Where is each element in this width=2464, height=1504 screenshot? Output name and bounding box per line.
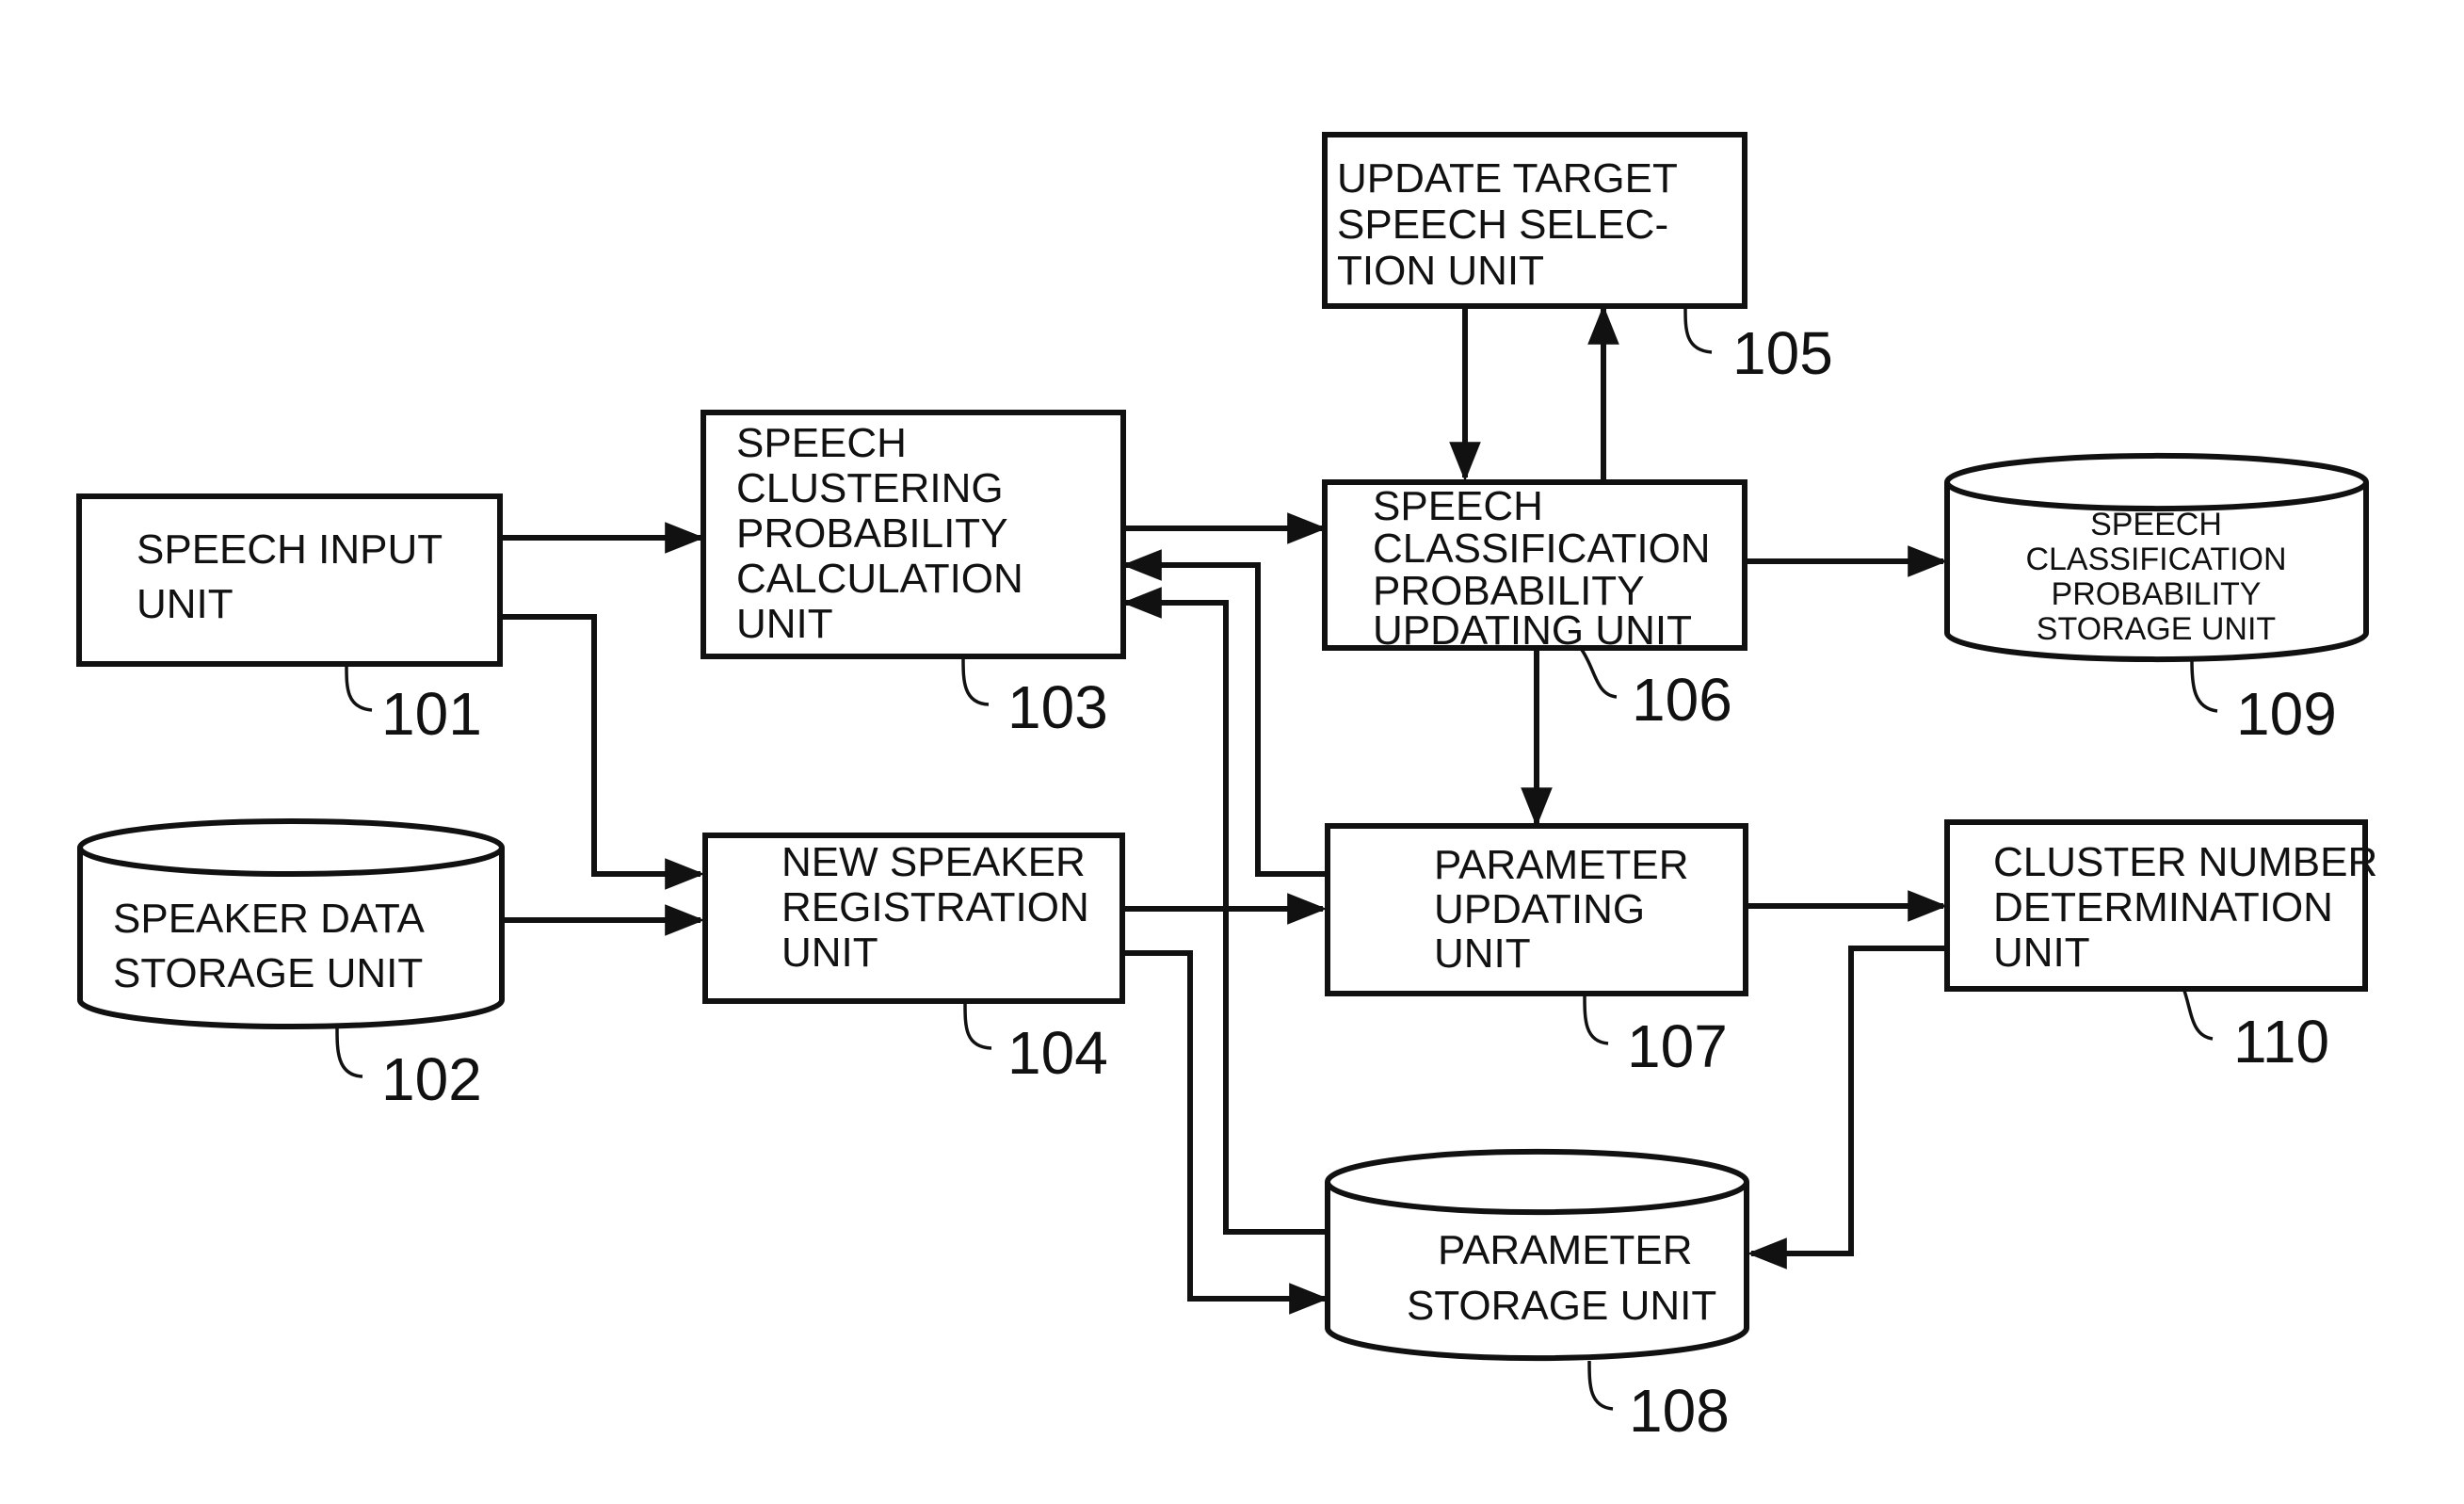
unit-110-label-line-1: CLUSTER NUMBER [1993, 839, 2377, 885]
unit-104-label-line-3: UNIT [781, 930, 878, 976]
unit-108-label-line-1: PARAMETER [1438, 1227, 1693, 1273]
leader-106 [1580, 649, 1618, 699]
unit-107-label-line-2: UPDATING [1434, 886, 1645, 932]
unit-104-label-line-2: REGISTRATION [781, 884, 1089, 930]
ref-106: 106 [1632, 666, 1732, 734]
arrow-110-to-108 [1747, 946, 1947, 1270]
unit-107-label-line-1: PARAMETER [1434, 842, 1689, 888]
unit-105-update-target-speech-selection: UPDATE TARGET SPEECH SELEC- TION UNIT 10… [1322, 132, 1833, 387]
leader-109 [2190, 660, 2218, 713]
unit-110-label-line-3: UNIT [1993, 930, 2090, 976]
ref-110: 110 [2233, 1008, 2329, 1075]
unit-105-label-line-2: SPEECH SELEC- [1337, 202, 1668, 248]
unit-109-speech-classification-probability-storage: SPEECH CLASSIFICATION PROBABILITY STORAG… [1944, 452, 2369, 748]
unit-107-parameter-updating: PARAMETER UPDATING UNIT 107 [1325, 823, 1748, 1080]
leader-102 [335, 1027, 363, 1078]
unit-102-label-line-2: STORAGE UNIT [113, 950, 423, 996]
unit-110-cluster-number-determination: CLUSTER NUMBER DETERMINATION UNIT 110 [1944, 819, 2377, 1075]
leader-110 [2182, 990, 2214, 1041]
unit-109-label-line-4: STORAGE UNIT [2037, 611, 2276, 647]
unit-108-parameter-storage: PARAMETER STORAGE UNIT 108 [1325, 1148, 1749, 1445]
block-diagram: SPEECH INPUT UNIT 101 SPEAKER DATA STORA… [76, 132, 2377, 1445]
unit-103-label-line-2: CLUSTERING [736, 465, 1004, 511]
unit-109-label-line-2: CLASSIFICATION [2025, 542, 2286, 577]
unit-109-label-line-1: SPEECH [2090, 507, 2222, 542]
unit-103-label-line-1: SPEECH [736, 420, 907, 466]
leader-103 [961, 657, 990, 706]
unit-106-label-line-1: SPEECH [1373, 483, 1543, 529]
ref-104: 104 [1007, 1019, 1108, 1087]
ref-107: 107 [1627, 1012, 1728, 1080]
leader-105 [1683, 307, 1713, 354]
unit-103-label-line-4: CALCULATION [736, 556, 1023, 602]
unit-107-label-line-3: UNIT [1434, 930, 1531, 977]
arrow-108-to-103 [1121, 587, 1328, 1235]
unit-105-label-line-3: TION UNIT [1337, 248, 1544, 294]
unit-104-new-speaker-registration: NEW SPEAKER REGISTRATION UNIT 104 [702, 833, 1125, 1087]
unit-101-label-line-2: UNIT [137, 581, 234, 627]
unit-103-speech-clustering-probability-calculation: SPEECH CLUSTERING PROBABILITY CALCULATIO… [701, 410, 1126, 741]
ref-102: 102 [381, 1045, 482, 1113]
unit-105-label-line-1: UPDATE TARGET [1337, 155, 1678, 202]
unit-101-label-line-1: SPEECH INPUT [137, 526, 443, 573]
unit-104-label-line-1: NEW SPEAKER [781, 839, 1086, 885]
unit-102-speaker-data-storage: SPEAKER DATA STORAGE UNIT 102 [77, 818, 505, 1113]
ref-101: 101 [381, 680, 482, 748]
ref-108: 108 [1629, 1377, 1730, 1445]
unit-103-label-line-3: PROBABILITY [736, 510, 1008, 557]
leader-107 [1583, 995, 1609, 1045]
unit-103-label-line-5: UNIT [736, 601, 833, 647]
unit-108-label-line-2: STORAGE UNIT [1407, 1283, 1716, 1329]
ref-109: 109 [2236, 680, 2337, 748]
unit-106-label-line-4: UPDATING UNIT [1373, 607, 1692, 654]
unit-101-speech-input: SPEECH INPUT UNIT 101 [76, 493, 503, 748]
unit-109-label-line-3: PROBABILITY [2052, 576, 2262, 612]
arrow-101-to-104 [500, 614, 705, 890]
leader-104 [963, 1002, 992, 1050]
unit-102-label-line-1: SPEAKER DATA [113, 896, 426, 942]
leader-108 [1587, 1360, 1614, 1411]
unit-110-label-line-2: DETERMINATION [1993, 884, 2333, 930]
ref-105: 105 [1732, 319, 1833, 387]
ref-103: 103 [1007, 673, 1108, 741]
leader-101 [345, 665, 373, 712]
unit-106-label-line-2: CLASSIFICATION [1373, 526, 1711, 572]
